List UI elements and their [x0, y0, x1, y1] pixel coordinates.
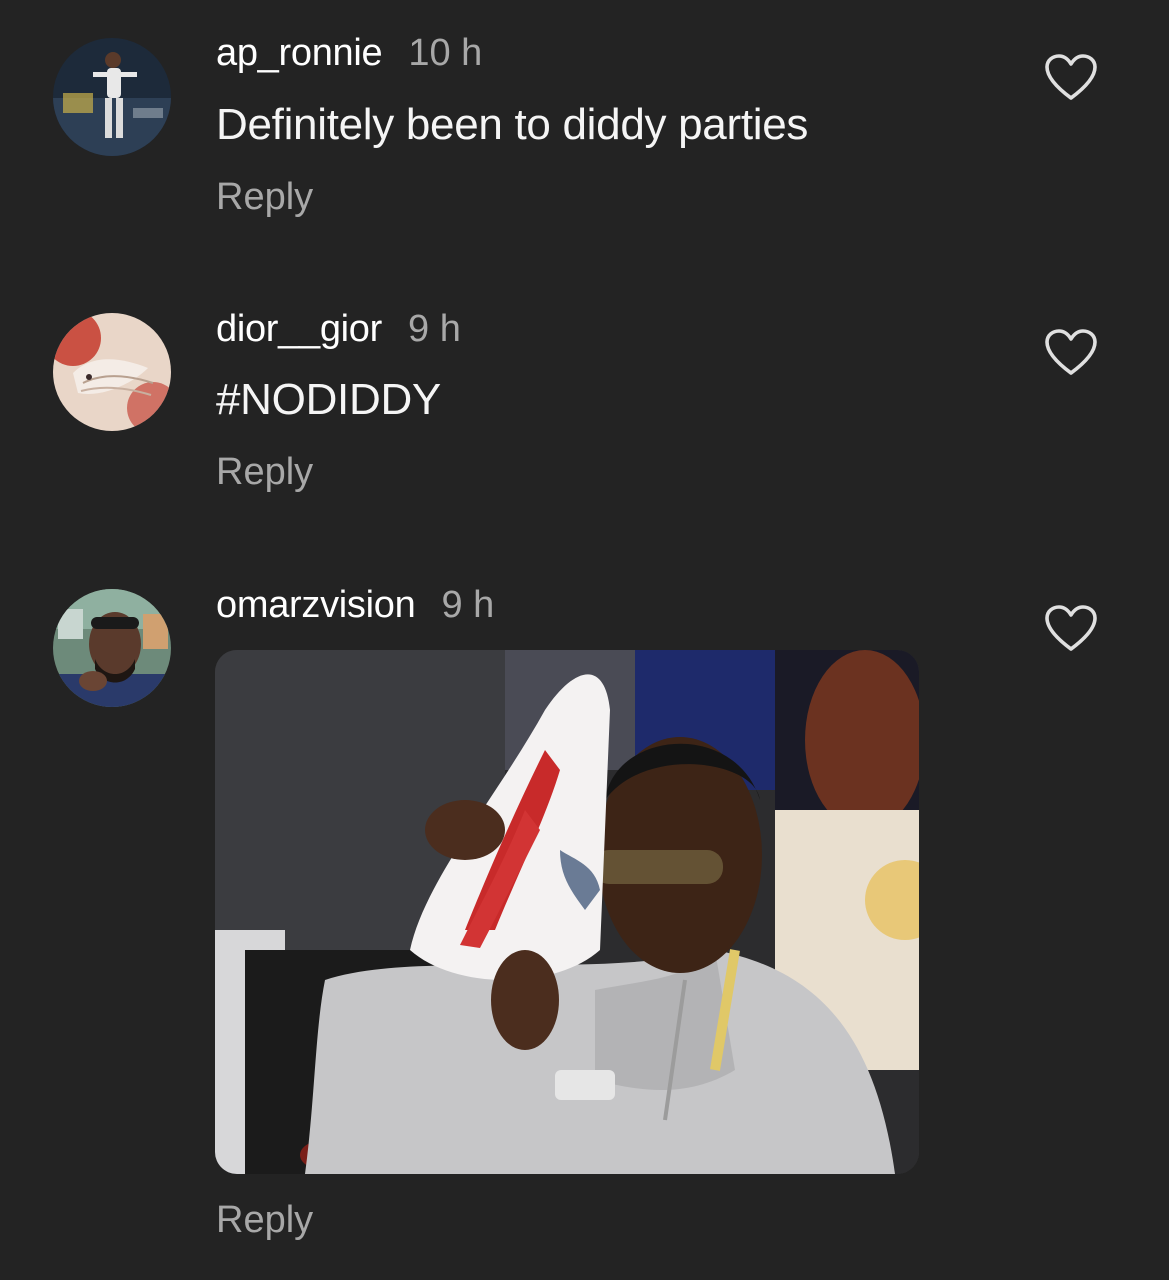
comment-text: Definitely been to diddy parties: [216, 100, 809, 149]
avatar[interactable]: [53, 38, 171, 156]
username[interactable]: omarzvision: [216, 584, 416, 627]
avatar[interactable]: [53, 589, 171, 707]
username[interactable]: dior__gior: [216, 308, 382, 351]
timestamp: 9 h: [441, 584, 495, 626]
username[interactable]: ap_ronnie: [216, 32, 383, 75]
heart-outline-icon[interactable]: [1044, 605, 1098, 653]
timestamp: 9 h: [408, 308, 461, 350]
reply-button[interactable]: Reply: [216, 451, 313, 494]
reply-button[interactable]: Reply: [216, 1199, 313, 1242]
timestamp: 10 h: [408, 32, 483, 74]
avatar[interactable]: [53, 313, 171, 431]
heart-outline-icon[interactable]: [1044, 54, 1098, 102]
reply-button[interactable]: Reply: [216, 176, 313, 219]
gif-image[interactable]: [215, 650, 919, 1174]
comment-text: #NODIDDY: [216, 375, 441, 424]
heart-outline-icon[interactable]: [1044, 329, 1098, 377]
